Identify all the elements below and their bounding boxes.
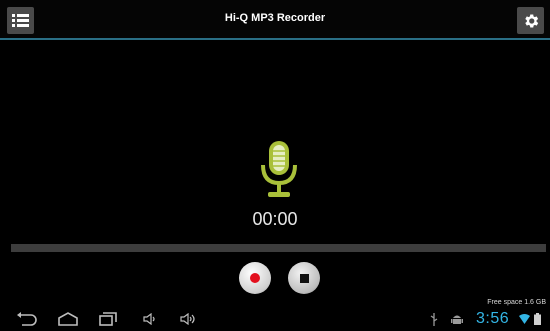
- microphone-icon: [261, 141, 297, 197]
- recent-apps-button[interactable]: [98, 311, 118, 327]
- stop-icon: [299, 273, 309, 283]
- system-navigation-bar: [0, 307, 550, 331]
- recording-timer: 00:00: [252, 209, 298, 229]
- usb-icon: [430, 312, 438, 326]
- back-icon: [17, 312, 37, 326]
- home-button[interactable]: [57, 311, 79, 327]
- volume-down-button[interactable]: [143, 311, 157, 327]
- free-space-label: Free space 1.6 GB: [487, 299, 546, 306]
- status-clock: 3:56: [476, 310, 510, 327]
- volume-up-icon: [180, 313, 195, 325]
- back-button[interactable]: [16, 311, 38, 327]
- recent-apps-icon: [99, 312, 117, 326]
- record-icon: [250, 273, 260, 283]
- home-icon: [58, 312, 78, 326]
- settings-button[interactable]: [517, 7, 544, 34]
- volume-down-icon: [143, 313, 155, 325]
- battery-icon: [534, 313, 541, 325]
- action-bar: Hi-Q MP3 Recorder: [0, 0, 550, 40]
- stop-button[interactable]: [288, 262, 320, 294]
- gear-icon: [524, 13, 538, 28]
- record-button[interactable]: [239, 262, 271, 294]
- wifi-icon: [519, 314, 530, 324]
- action-bar-divider: [0, 38, 550, 40]
- usb-status: [430, 311, 438, 327]
- android-status: [451, 311, 463, 327]
- wifi-status: [519, 311, 530, 327]
- battery-status: [534, 311, 541, 327]
- app-title: Hi-Q MP3 Recorder: [224, 12, 326, 24]
- volume-up-button[interactable]: [180, 311, 198, 327]
- recording-progress-bar[interactable]: [11, 244, 546, 252]
- android-icon: [451, 315, 463, 324]
